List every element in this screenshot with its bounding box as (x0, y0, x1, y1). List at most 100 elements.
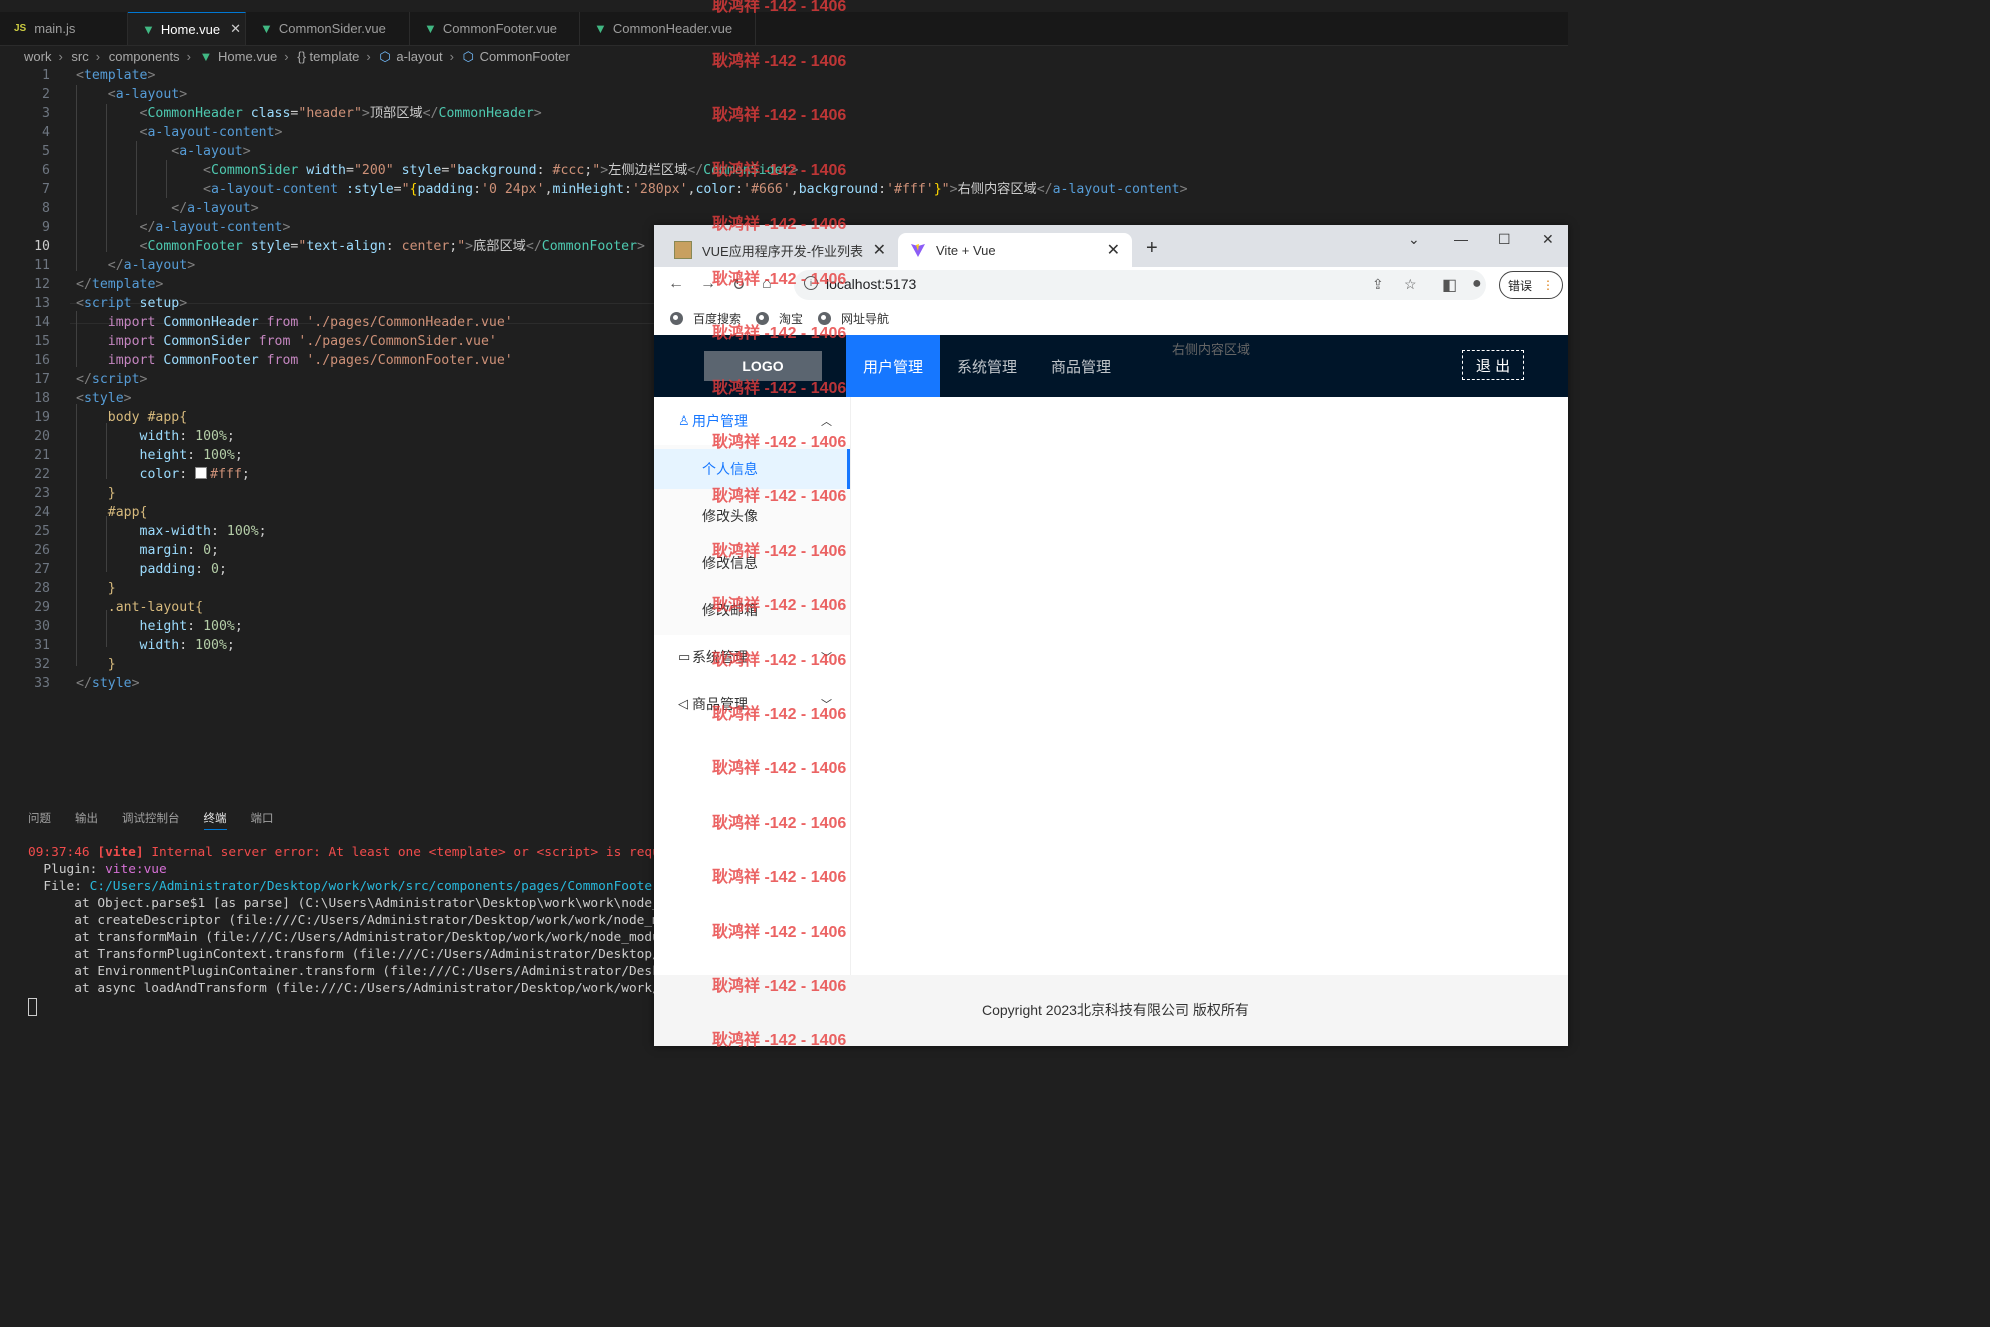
line-number: 16 (34, 353, 50, 368)
share-icon[interactable]: ⇪ (1372, 276, 1384, 293)
line-number: 24 (34, 505, 50, 520)
side-panel-icon[interactable]: ◧ (1442, 275, 1457, 295)
bookmark-baidu[interactable]: 百度搜索 (670, 310, 741, 327)
menu-item-profile[interactable]: 个人信息 (654, 449, 850, 489)
terminal-stack-line: at async loadAndTransform (file:///C:/Us… (74, 981, 654, 996)
content-area-text: 右侧内容区域 (1172, 342, 1251, 357)
address-bar[interactable]: i localhost:5173 ⇪ ☆ (794, 270, 1486, 300)
terminal[interactable]: 09:37:46 [vite] Internal server error: A… (0, 844, 654, 1014)
line-number: 22 (34, 467, 50, 482)
panel-tab-terminal[interactable]: 终端 (203, 810, 227, 830)
tab-home-vue[interactable]: ▼ Home.vue ✕ (128, 12, 246, 45)
line-number: 26 (34, 543, 50, 558)
chevron-up-icon: ︿ (821, 416, 832, 428)
code-line: <script setup> (76, 296, 188, 311)
info-icon[interactable]: i (804, 276, 818, 290)
tab-label: CommonFooter.vue (442, 21, 558, 36)
code-line: <CommonFooter style="text-align: center;… (139, 239, 645, 254)
bookmark-nav[interactable]: 网址导航 (818, 310, 889, 327)
code-line: <a-layout> (171, 144, 251, 159)
maximize-button[interactable]: ☐ (1498, 231, 1511, 248)
code-line: <style> (76, 391, 132, 406)
panel-tab-debug-console[interactable]: 调试控制台 (122, 810, 180, 830)
globe-icon (818, 312, 831, 325)
top-menu-users[interactable]: 用户管理 (846, 335, 940, 397)
submenu-users[interactable]: ♙ 用户管理 ︿ (654, 401, 850, 441)
tab-label: CommonSider.vue (278, 21, 386, 36)
panel-tab-ports[interactable]: 端口 (251, 810, 274, 830)
browser-tab-homework[interactable]: VUE应用程序开发-作业列表 ✕ (662, 233, 898, 267)
logo: LOGO (704, 351, 822, 381)
url-text[interactable]: localhost:5173 (826, 276, 916, 292)
logout-button[interactable]: 退 出 (1462, 350, 1524, 380)
line-number: 33 (34, 676, 50, 691)
line-number: 8 (42, 201, 50, 216)
menu-item-email[interactable]: 修改邮箱 (654, 590, 850, 630)
line-number: 28 (34, 581, 50, 596)
new-tab-button[interactable]: + (1146, 237, 1158, 260)
breadcrumb-item[interactable]: CommonFooter (480, 49, 570, 64)
code-line: import CommonHeader from './pages/Common… (107, 315, 513, 330)
globe-icon (670, 312, 683, 325)
forward-button[interactable]: → (700, 275, 716, 293)
code-line: } (107, 657, 116, 672)
line-number: 32 (34, 657, 50, 672)
editor-tabbar: JS main.js ▼ Home.vue ✕ ▼ CommonSider.vu… (0, 12, 1568, 46)
reload-button[interactable]: ↻ (732, 275, 745, 295)
submenu-system[interactable]: ▭ 系统管理 ﹀ (654, 637, 850, 677)
star-icon[interactable]: ☆ (1404, 276, 1417, 293)
code-line: </a-layout> (171, 201, 259, 216)
top-menu-products[interactable]: 商品管理 (1034, 335, 1128, 397)
tab-common-sider[interactable]: ▼ CommonSider.vue (246, 12, 410, 45)
code-line: </a-layout> (107, 258, 196, 273)
terminal-stack-line: at EnvironmentPluginContainer.transform … (74, 964, 654, 979)
top-menu-system[interactable]: 系统管理 (940, 335, 1034, 397)
close-icon[interactable]: ✕ (230, 21, 241, 37)
terminal-stack-line: at createDescriptor (file:///C:/Users/Ad… (74, 913, 654, 928)
more-icon: ⋮ (1542, 278, 1554, 292)
code-line: max-width: 100%; (139, 524, 267, 539)
breadcrumb-item[interactable]: work (24, 49, 51, 64)
laptop-icon: ▭ (678, 649, 691, 664)
breadcrumb-item[interactable]: {} template (297, 49, 359, 64)
close-icon[interactable]: ✕ (1107, 240, 1120, 260)
tab-label: Home.vue (160, 21, 221, 37)
page-favicon-icon (674, 241, 692, 259)
home-icon[interactable]: ⌂ (762, 275, 772, 293)
tab-search-icon[interactable]: ⌄ (1408, 231, 1420, 248)
breadcrumb-item[interactable]: src (71, 49, 88, 64)
breadcrumb-item[interactable]: components (109, 49, 180, 64)
panel-tab-problems[interactable]: 问题 (28, 810, 51, 830)
minimize-button[interactable]: — (1454, 231, 1468, 247)
tab-common-footer[interactable]: ▼ CommonFooter.vue (410, 12, 580, 45)
breadcrumb: work › src › components › ▼ Home.vue › {} te… (24, 49, 572, 65)
breadcrumb-item[interactable]: Home.vue (218, 49, 277, 64)
tab-common-header[interactable]: ▼ CommonHeader.vue (580, 12, 756, 45)
line-number: 9 (42, 220, 50, 235)
cube-icon: ⬡ (462, 49, 474, 64)
code-line: .ant-layout{ (107, 600, 204, 615)
profile-icon[interactable]: ● (1472, 275, 1482, 293)
browser-tab-vite[interactable]: Vite + Vue ✕ (898, 233, 1132, 267)
breadcrumb-item[interactable]: a-layout (396, 49, 442, 64)
error-button[interactable]: 错误 ⋮ (1499, 271, 1563, 299)
submenu-products[interactable]: ◁ 商品管理 ﹀ (654, 684, 850, 724)
chevron-down-icon: ﹀ (821, 652, 832, 664)
close-window-button[interactable]: ✕ (1542, 231, 1554, 248)
vue-icon: ▼ (594, 21, 607, 36)
panel-tabs: 问题 输出 调试控制台 终端 端口 (28, 810, 298, 830)
line-number: 25 (34, 524, 50, 539)
code-line: height: 100%; (139, 619, 243, 634)
menu-item-info[interactable]: 修改信息 (654, 543, 850, 583)
tab-main-js[interactable]: JS main.js (0, 12, 128, 45)
code-line: body #app{ (107, 410, 188, 425)
menu-item-avatar[interactable]: 修改头像 (654, 496, 850, 536)
color-swatch[interactable] (195, 467, 208, 479)
panel-tab-output[interactable]: 输出 (75, 810, 98, 830)
bookmark-taobao[interactable]: 淘宝 (756, 310, 803, 327)
browser-toolbar: ← → ↻ ⌂ i localhost:5173 ⇪ ☆ ◧ ● 错误 ⋮ (654, 267, 1568, 303)
close-icon[interactable]: ✕ (873, 240, 886, 260)
back-button[interactable]: ← (668, 275, 684, 293)
browser-tab-title: VUE应用程序开发-作业列表 (702, 243, 864, 259)
js-icon: JS (14, 23, 27, 34)
